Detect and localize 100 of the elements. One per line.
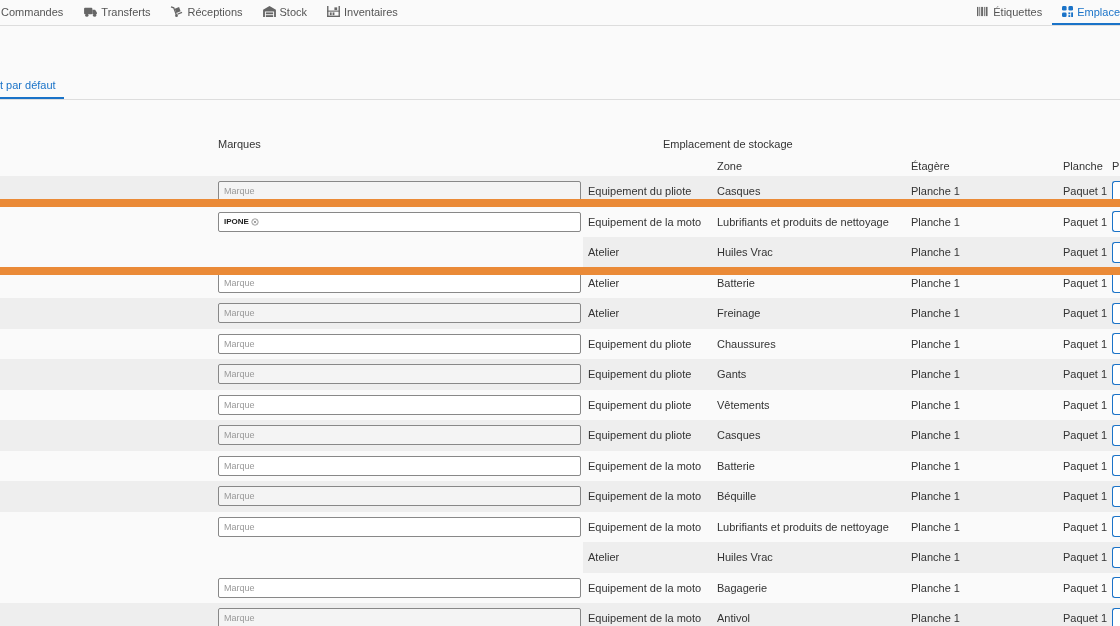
brand-field[interactable]: IPONE bbox=[218, 211, 581, 232]
table-cell-text: Huiles Vrac bbox=[717, 551, 774, 564]
table-cell-text: Chaussures bbox=[717, 337, 777, 350]
table-cell-text: Bagagerie bbox=[717, 581, 769, 594]
table-cell-text: Casques bbox=[717, 429, 762, 442]
nav-tab[interactable]: Transferts bbox=[74, 0, 161, 25]
table-cell-text: Paquet 1 bbox=[1063, 215, 1109, 228]
barcode-icon bbox=[976, 6, 990, 17]
table-cell-text: Béquille bbox=[717, 490, 758, 503]
shelf-icon bbox=[327, 6, 341, 17]
row-button[interactable] bbox=[1112, 394, 1120, 416]
table-cell-text: Gants bbox=[717, 368, 748, 381]
hand-truck-icon bbox=[170, 6, 184, 17]
nav-tab[interactable]: Emplace bbox=[1052, 0, 1120, 25]
row-button[interactable] bbox=[1112, 546, 1120, 568]
table-cell-text: Lubrifiants et produits de nettoyage bbox=[717, 520, 890, 533]
table-cell-text: Paquet 1 bbox=[1063, 581, 1109, 594]
table-cell-text: Planche 1 bbox=[911, 307, 961, 320]
column-heading: Marques bbox=[218, 138, 261, 150]
table-cell-text: Paquet 1 bbox=[1063, 185, 1109, 198]
column-group-heading: Emplacement de stockage bbox=[663, 138, 793, 150]
brand-field[interactable]: Marque bbox=[218, 486, 581, 507]
table-cell-text: Equipement de la moto bbox=[588, 490, 703, 503]
nav-tab[interactable]: Réceptions bbox=[160, 0, 253, 25]
table-cell-text: Vêtements bbox=[717, 398, 771, 411]
table-cell-text: Equipement de la moto bbox=[588, 215, 703, 228]
table-cell-text: Equipement du pliote bbox=[588, 398, 693, 411]
column-heading: Zone bbox=[717, 159, 743, 172]
table-cell-text: Paquet 1 bbox=[1063, 520, 1109, 533]
table-cell-text: Paquet 1 bbox=[1063, 398, 1109, 411]
table-cell-text: Planche 1 bbox=[911, 459, 961, 472]
brand-field[interactable]: Marque bbox=[218, 455, 581, 476]
table-cell-text: Paquet 1 bbox=[1063, 459, 1109, 472]
table-cell-text: Planche 1 bbox=[911, 185, 961, 198]
table-cell-text: Paquet 1 bbox=[1063, 276, 1109, 289]
table-cell-text: Paquet 1 bbox=[1063, 368, 1109, 381]
table-cell-text: Equipement du pliote bbox=[588, 368, 693, 381]
table-cell-text: Planche 1 bbox=[911, 520, 961, 533]
table-cell-text: Lubrifiants et produits de nettoyage bbox=[717, 215, 890, 228]
column-heading: Étagère bbox=[911, 159, 950, 172]
row-button[interactable] bbox=[1112, 485, 1120, 507]
brand-field[interactable]: Marque bbox=[218, 181, 581, 202]
remove-icon[interactable] bbox=[250, 217, 259, 226]
table-cell-text: Antivol bbox=[717, 612, 752, 625]
table-cell-text: Planche 1 bbox=[911, 368, 961, 381]
column-heading: P bbox=[1112, 159, 1120, 172]
row-button[interactable] bbox=[1112, 241, 1120, 263]
table-cell-text: Paquet 1 bbox=[1063, 429, 1109, 442]
warehouse-icon bbox=[262, 6, 276, 17]
nav-tab[interactable]: Inventaires bbox=[317, 0, 408, 25]
brand-field[interactable]: Marque bbox=[218, 394, 581, 415]
table-cell-text: Atelier bbox=[588, 276, 621, 289]
row-button[interactable] bbox=[1112, 516, 1120, 538]
table-cell-text: Paquet 1 bbox=[1063, 307, 1109, 320]
table-cell-text: Planche 1 bbox=[911, 429, 961, 442]
table-cell-text: Planche 1 bbox=[911, 490, 961, 503]
brand-field[interactable]: Marque bbox=[218, 303, 581, 324]
row-button[interactable] bbox=[1112, 607, 1120, 626]
table-cell-text: Casques bbox=[717, 185, 762, 198]
table-cell-text: Paquet 1 bbox=[1063, 490, 1109, 503]
truck-icon bbox=[84, 6, 98, 17]
nav-tab[interactable]: Étiquettes bbox=[966, 0, 1053, 25]
table-cell-text: Paquet 1 bbox=[1063, 246, 1109, 259]
row-button[interactable] bbox=[1112, 333, 1120, 355]
table-cell-text: Planche 1 bbox=[911, 551, 961, 564]
table-cell-text: Planche 1 bbox=[911, 398, 961, 411]
brand-field[interactable]: Marque bbox=[218, 425, 581, 446]
tab[interactable]: t par défaut bbox=[0, 79, 64, 99]
table-cell-text: Equipement du pliote bbox=[588, 337, 693, 350]
row-button[interactable] bbox=[1112, 455, 1120, 477]
table-cell-text: Planche 1 bbox=[911, 215, 961, 228]
table-cell-text: Batterie bbox=[717, 459, 756, 472]
qr-code-icon bbox=[1062, 6, 1074, 17]
table-cell-text: Planche 1 bbox=[911, 612, 961, 625]
brand-field[interactable]: Marque bbox=[218, 516, 581, 537]
table-cell-text: Equipement du pliote bbox=[588, 429, 693, 442]
table-cell-text: Planche 1 bbox=[911, 337, 961, 350]
brand-field[interactable]: Marque bbox=[218, 333, 581, 354]
brand-field[interactable]: Marque bbox=[218, 608, 581, 626]
table-cell-text: Equipement de la moto bbox=[588, 581, 703, 594]
row-button[interactable] bbox=[1112, 363, 1120, 385]
table-cell-text: Equipement du pliote bbox=[588, 185, 693, 198]
row-button[interactable] bbox=[1112, 302, 1120, 324]
brand-field[interactable]: Marque bbox=[218, 577, 581, 598]
table-cell-text: Atelier bbox=[588, 551, 621, 564]
table-cell-text: Planche 1 bbox=[911, 246, 961, 259]
row-button[interactable] bbox=[1112, 577, 1120, 599]
table-cell-text: Atelier bbox=[588, 307, 621, 320]
table-cell-text: Equipement de la moto bbox=[588, 520, 703, 533]
brand-tag: IPONE bbox=[224, 217, 259, 227]
column-heading: Planche bbox=[1063, 159, 1103, 172]
table-cell-text: Paquet 1 bbox=[1063, 337, 1109, 350]
table-cell-text: Paquet 1 bbox=[1063, 551, 1109, 564]
nav-tab[interactable]: Stock bbox=[252, 0, 318, 25]
brand-field[interactable]: Marque bbox=[218, 364, 581, 385]
table-cell-text: Equipement de la moto bbox=[588, 459, 703, 472]
table-cell-text: Planche 1 bbox=[911, 581, 961, 594]
nav-tab[interactable]: Commandes bbox=[0, 0, 75, 25]
row-button[interactable] bbox=[1112, 211, 1120, 233]
row-button[interactable] bbox=[1112, 424, 1120, 446]
